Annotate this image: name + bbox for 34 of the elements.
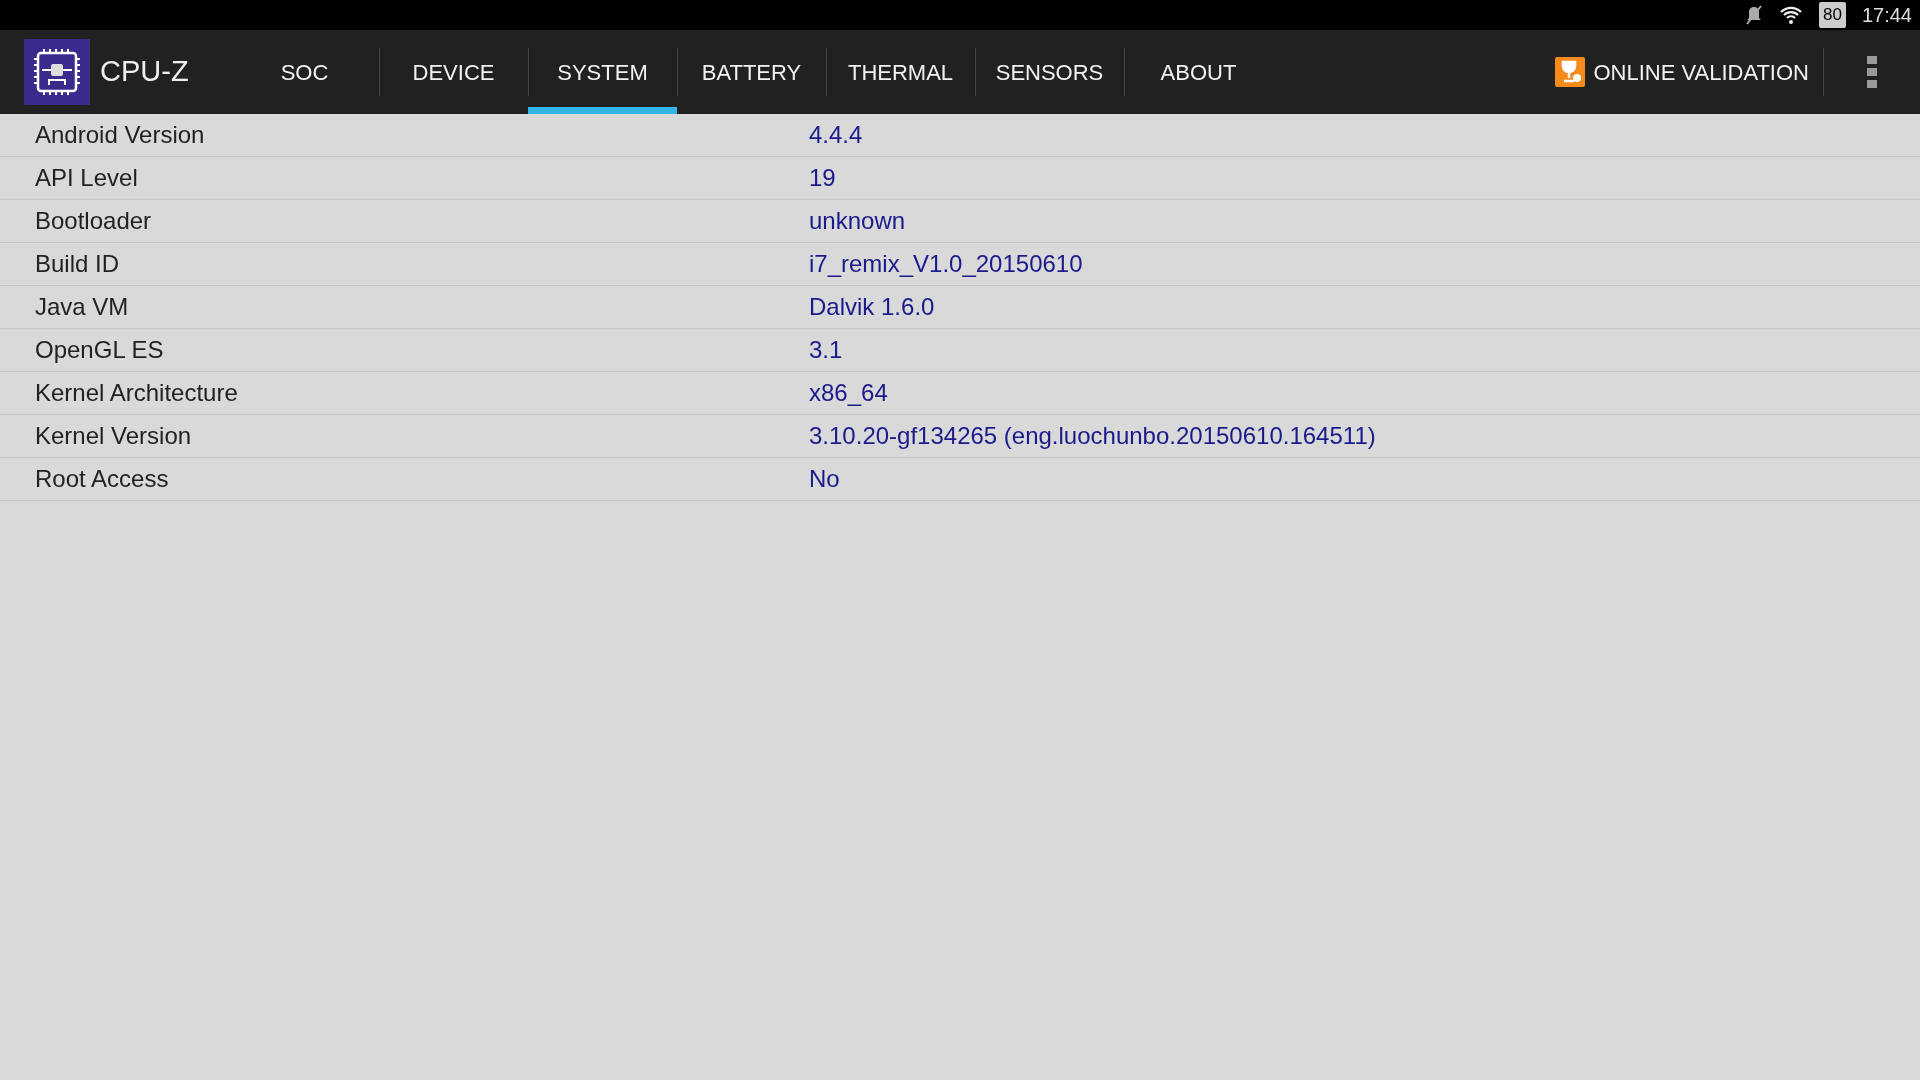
wifi-icon <box>1779 5 1803 25</box>
row-value: 3.10.20-gf134265 (eng.luochunbo.20150610.164511) <box>809 421 1376 451</box>
row-label: Root Access <box>34 464 170 494</box>
chip-logo-icon <box>24 39 90 105</box>
tab[interactable]: BATTERY <box>677 30 826 114</box>
row-label: Build ID <box>34 249 121 279</box>
row-value: i7_remix_V1.0_20150610 <box>809 249 1083 279</box>
row-value: 19 <box>809 163 836 193</box>
row-label: Android Version <box>34 120 206 150</box>
row-label: Bootloader <box>34 206 153 236</box>
row-value: 3.1 <box>809 335 843 365</box>
battery-indicator: 80 <box>1819 2 1846 28</box>
row-value: Dalvik 1.6.0 <box>809 292 935 322</box>
row-label: Java VM <box>34 292 130 322</box>
tab[interactable]: SOC <box>230 30 379 114</box>
row-label: Kernel Architecture <box>34 378 239 408</box>
row-label: OpenGL ES <box>34 335 165 365</box>
app-title: CPU-Z <box>100 54 190 90</box>
tab[interactable]: DEVICE <box>379 30 528 114</box>
row-value: 4.4.4 <box>809 120 863 150</box>
row-value: unknown <box>809 206 906 236</box>
online-validation-button[interactable]: ONLINE VALIDATION <box>1541 30 1823 114</box>
row-label: API Level <box>34 163 139 193</box>
row-value: x86_64 <box>809 378 888 408</box>
tab[interactable]: THERMAL <box>826 30 975 114</box>
tab[interactable]: SYSTEM <box>528 30 677 114</box>
row-label: Kernel Version <box>34 421 193 451</box>
clock-text: 17:44 <box>1861 3 1912 28</box>
menu-icon <box>1867 56 1877 88</box>
tab[interactable]: ABOUT <box>1124 30 1273 114</box>
trophy-icon <box>1555 57 1586 87</box>
row-value: No <box>809 464 840 494</box>
muted-bell-icon <box>1745 5 1763 25</box>
tab[interactable]: SENSORS <box>975 30 1124 114</box>
